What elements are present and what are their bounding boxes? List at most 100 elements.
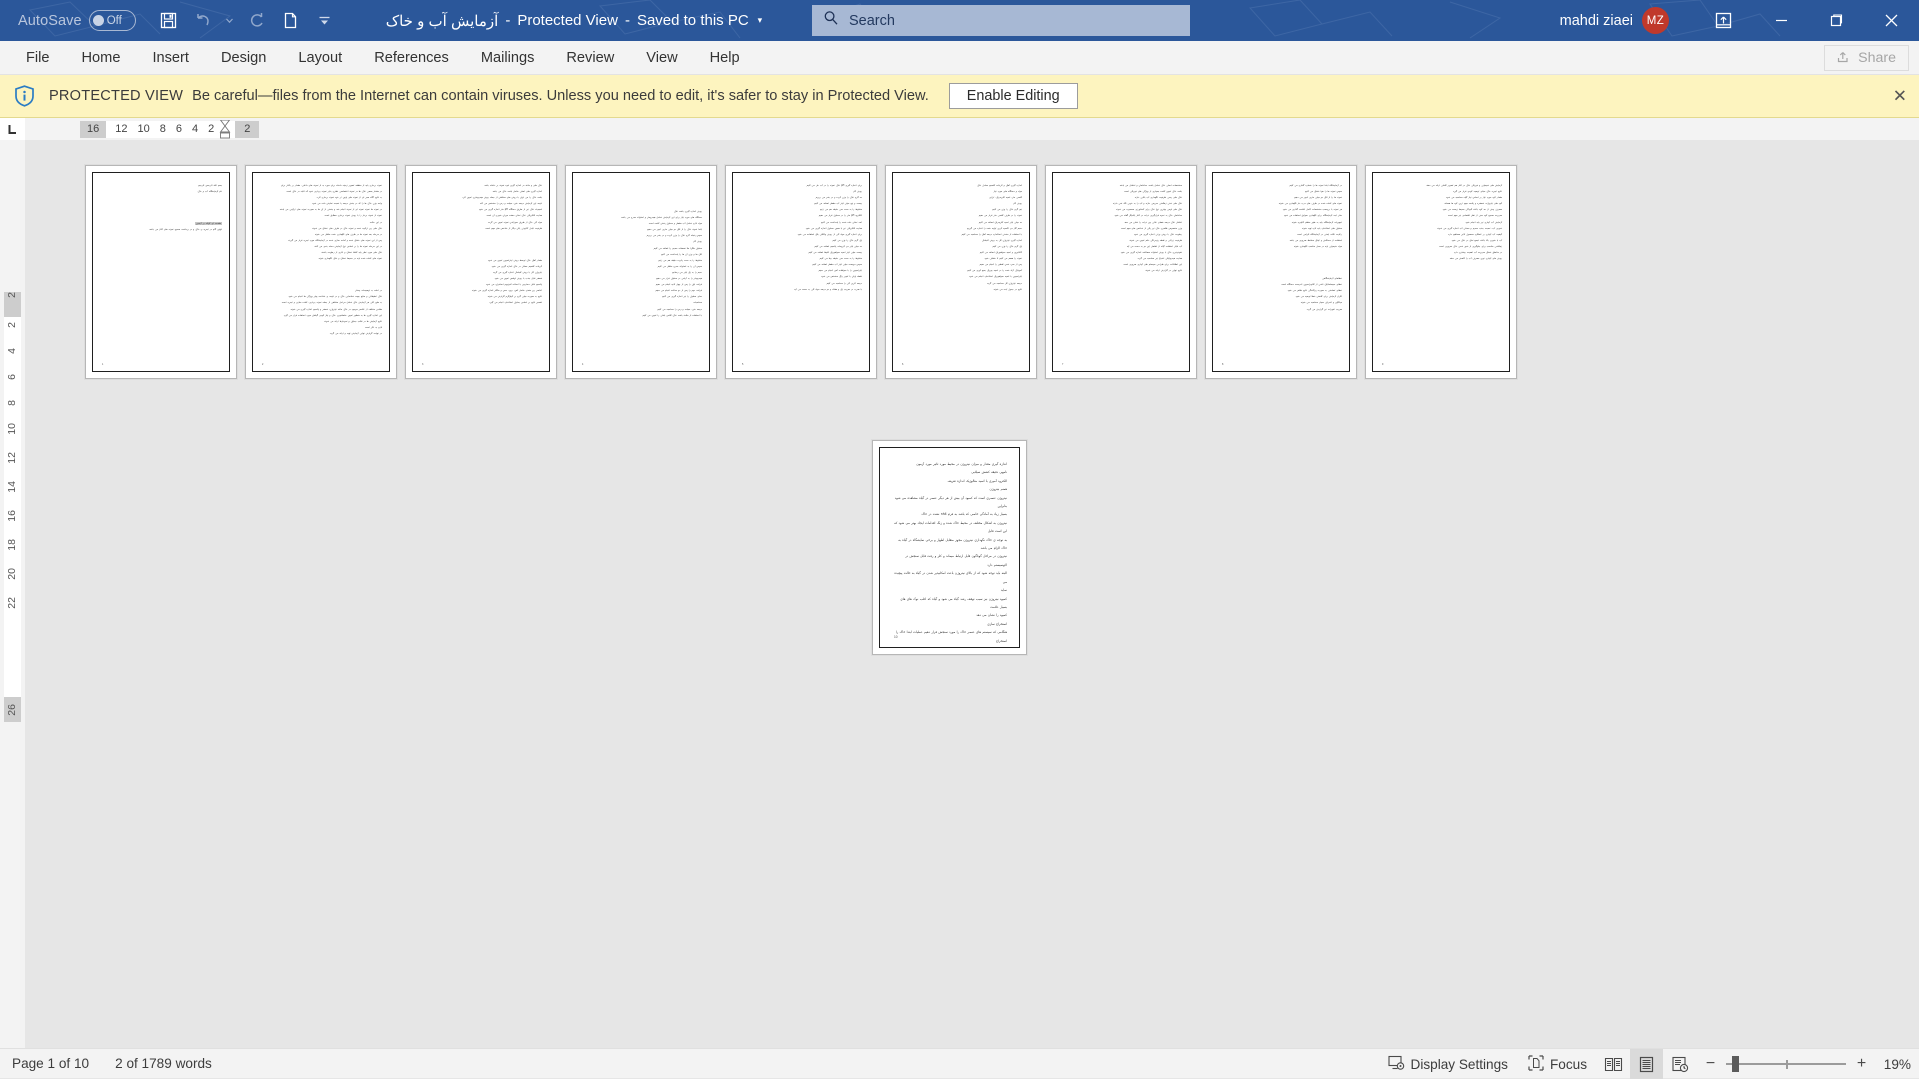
- word-count[interactable]: 2 of 1789 words: [115, 1056, 212, 1071]
- page-content: آزمایش های شیمیایی و فیزیکی خاک در کنار …: [1372, 172, 1510, 372]
- ribbon-display-options-icon[interactable]: [1692, 0, 1754, 41]
- page-content: برای اندازه گیری pH خاک نمونه را در آب ح…: [732, 172, 870, 372]
- zoom-slider[interactable]: [1726, 1056, 1846, 1072]
- document-page[interactable]: اندازه گیری آهک و کربنات کلسیم معادل خاک…: [885, 165, 1037, 379]
- pages-area[interactable]: بسم الله الرحمن الرحیم نام آزمایشگاه آب و…: [25, 140, 1919, 1048]
- page-text-line: هضم نیتروژن: [989, 487, 1007, 492]
- protected-view-title: PROTECTED VIEW: [49, 88, 184, 104]
- document-page[interactable]: روش اندازه گیری بافت خاک دستگاه های مورد …: [565, 165, 717, 379]
- page-number: 8: [1222, 363, 1224, 366]
- document-page[interactable]: مشخصات اصلی خاک شامل بافت، ساختمان و تخل…: [1045, 165, 1197, 379]
- close-banner-icon[interactable]: ✕: [1893, 88, 1907, 105]
- page-content: نمونه برداری باید از منطقه تصویر زمینه د…: [252, 172, 390, 372]
- status-right: Display Settings Focus − + 19%: [1378, 1049, 1911, 1079]
- document-page[interactable]: اندازه گیری مقدار و میزان نیتروژن در محی…: [872, 440, 1027, 655]
- tab-layout[interactable]: Layout: [282, 41, 358, 75]
- page-text-line: بسیار زیاد به آمادگی خاصی که باشد به فرم…: [921, 512, 1007, 517]
- document-page[interactable]: نمونه برداری باید از منطقه تصویر زمینه د…: [245, 165, 397, 379]
- focus-button[interactable]: Focus: [1518, 1049, 1597, 1079]
- save-location: Saved to this PC: [636, 12, 749, 29]
- tab-stop-left-icon[interactable]: [0, 118, 25, 140]
- undo-dropdown-icon[interactable]: [221, 6, 238, 36]
- page-content: بسم الله الرحمن الرحیم نام آزمایشگاه آب و…: [92, 172, 230, 372]
- page-text-line: به توجه ی خاک نگهداری نیتروژن مجهز متقاب…: [898, 537, 1007, 551]
- tab-file[interactable]: File: [10, 41, 66, 75]
- close-button[interactable]: [1864, 0, 1919, 41]
- focus-label: Focus: [1549, 1056, 1587, 1072]
- save-icon[interactable]: [153, 6, 184, 36]
- page-text-line: استخراج سازی: [987, 621, 1007, 626]
- zoom-in-button[interactable]: +: [1855, 1055, 1868, 1073]
- protected-view-message: Be careful—files from the Internet can c…: [192, 88, 929, 104]
- tab-references[interactable]: References: [358, 41, 465, 75]
- tab-help[interactable]: Help: [694, 41, 756, 75]
- avatar[interactable]: MZ: [1642, 7, 1669, 34]
- status-bar: Page 1 of 10 2 of 1789 words Display Set…: [0, 1048, 1919, 1079]
- display-settings-icon: [1387, 1055, 1405, 1074]
- autosave-toggle[interactable]: Off: [88, 10, 136, 31]
- hruler-mark-12: 12: [115, 123, 128, 135]
- search-box[interactable]: [812, 5, 1190, 36]
- hruler-mark-2b: 2: [244, 123, 251, 135]
- page-row-2: اندازه گیری مقدار و میزان نیتروژن در محی…: [872, 440, 1027, 655]
- undo-icon[interactable]: [187, 6, 218, 36]
- document-page[interactable]: برای اندازه گیری pH خاک نمونه را در آب ح…: [725, 165, 877, 379]
- horizontal-ruler[interactable]: 16 12 10 8 6 4 2 2: [80, 118, 260, 140]
- tab-design[interactable]: Design: [205, 41, 282, 75]
- document-page[interactable]: خاک های و مانند در اندازه گیری قوه نمونه…: [405, 165, 557, 379]
- print-layout-icon[interactable]: [1630, 1049, 1663, 1079]
- title-dropdown-icon[interactable]: ▾: [758, 15, 763, 26]
- tab-home[interactable]: Home: [66, 41, 137, 75]
- enable-editing-button[interactable]: Enable Editing: [948, 83, 1078, 109]
- vruler-mark-22: 22: [6, 597, 18, 609]
- zoom-controls: − + 19%: [1696, 1055, 1911, 1073]
- tab-view[interactable]: View: [630, 41, 693, 75]
- document-page[interactable]: بسم الله الرحمن الرحیم نام آزمایشگاه آب و…: [85, 165, 237, 379]
- document-title[interactable]: آزمایش آب و خاک - Protected View - Saved…: [386, 12, 763, 30]
- vruler-mark-8: 8: [6, 400, 18, 406]
- vertical-ruler[interactable]: 2 2 4 6 8 10 12 14 16 18 20 22 26: [0, 140, 25, 1048]
- account-area[interactable]: mahdi ziaei MZ: [1560, 0, 1669, 41]
- customize-qat-icon[interactable]: [309, 6, 340, 36]
- autosave-control[interactable]: AutoSave Off: [18, 10, 136, 31]
- tab-review[interactable]: Review: [550, 41, 630, 75]
- restore-button[interactable]: [1809, 0, 1864, 41]
- autosave-label: AutoSave: [18, 12, 82, 29]
- document-page[interactable]: در آزمایشگاه ابتدا نمونه ها را شماره گذا…: [1205, 165, 1357, 379]
- title-separator-1: -: [505, 12, 511, 29]
- zoom-out-button[interactable]: −: [1704, 1055, 1717, 1073]
- web-layout-icon[interactable]: [1663, 1049, 1696, 1079]
- vruler-mark-6: 6: [6, 374, 18, 380]
- page-number: 3: [422, 363, 424, 366]
- page-number: 6: [902, 363, 904, 366]
- indent-markers[interactable]: [219, 119, 231, 138]
- share-button[interactable]: Share: [1824, 45, 1909, 71]
- page-number: 1: [102, 363, 104, 366]
- page-text-line: نیتروژن عنصری است که کمبود آن بیش از هر …: [894, 495, 1007, 509]
- display-settings-button[interactable]: Display Settings: [1378, 1049, 1518, 1079]
- minimize-button[interactable]: [1754, 0, 1809, 41]
- document-page[interactable]: آزمایش های شیمیایی و فیزیکی خاک در کنار …: [1365, 165, 1517, 379]
- hruler-mark-8: 8: [159, 123, 166, 135]
- tab-mailings[interactable]: Mailings: [465, 41, 551, 75]
- read-mode-icon[interactable]: [1597, 1049, 1630, 1079]
- zoom-slider-handle[interactable]: [1732, 1056, 1739, 1072]
- title-separator-2: -: [624, 12, 630, 29]
- page-text-line: اولین گام در تجزیه ی خاک و در برداشت صحی…: [148, 228, 222, 232]
- vruler-mark-20: 20: [6, 568, 18, 580]
- page-text-line: روش های آبیاری نوین مصرف آب را کاهش می د…: [1449, 257, 1502, 261]
- redo-icon[interactable]: [241, 6, 272, 36]
- search-icon: [823, 10, 839, 31]
- tab-insert[interactable]: Insert: [136, 41, 205, 75]
- vruler-mark-10: 10: [6, 423, 18, 435]
- page-number: 10: [894, 635, 898, 639]
- page-number: 5: [742, 363, 744, 366]
- search-input[interactable]: [849, 12, 1169, 29]
- zoom-level-label[interactable]: 19%: [1877, 1057, 1911, 1072]
- page-status[interactable]: Page 1 of 10: [12, 1056, 89, 1071]
- hruler-mark-10: 10: [137, 123, 150, 135]
- new-doc-icon[interactable]: [275, 6, 306, 36]
